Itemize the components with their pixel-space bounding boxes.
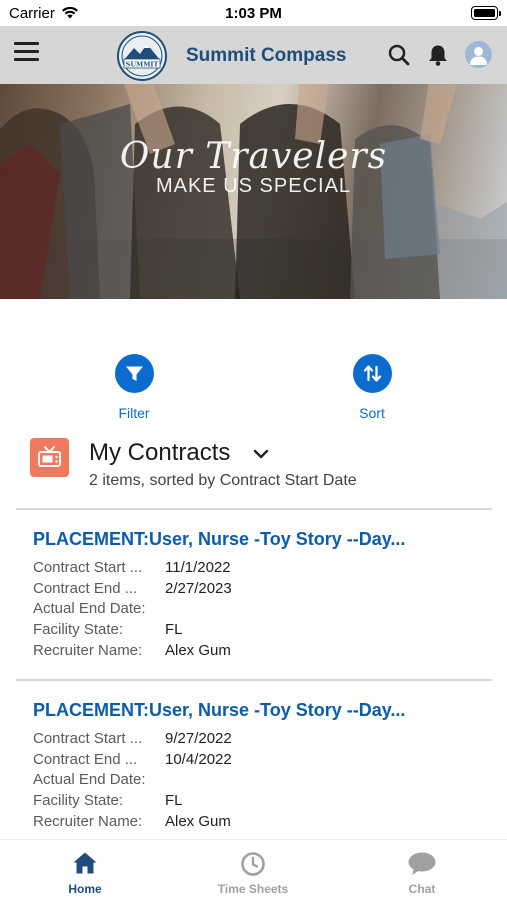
field-value: 10/4/2022 [165,750,232,768]
menu-icon[interactable] [14,42,41,66]
record-title[interactable]: PLACEMENT:User, Nurse -Toy Story --Day..… [33,700,483,724]
hero-banner: Our Travelers MAKE US SPECIAL [0,84,507,299]
field-label: Contract End ... [33,579,138,597]
field-row: Facility State: FL [33,620,483,641]
field-label: Contract Start ... [33,730,143,747]
nav-home[interactable]: Home [25,840,145,896]
field-row: Contract Start ... 11/1/2022 [33,558,483,579]
field-row: Actual End Date: [33,599,483,620]
sort-icon[interactable] [352,354,392,393]
field-label: Facility State: [33,792,124,810]
list-title: My Contracts [89,439,231,466]
hero-subtitle: MAKE US SPECIAL [155,175,352,197]
list-subtitle: 2 items, sorted by Contract Start Date [89,472,357,489]
field-value: Alex Gum [165,812,231,830]
clock: 1:03 PM [225,5,282,22]
home-icon[interactable] [72,851,98,875]
app-title: Summit Compass [186,45,347,66]
sort-label: Sort [359,405,385,421]
list-view-selector[interactable]: My Contracts [89,439,269,467]
tv-icon [30,438,69,477]
field-row: Contract End ... 10/4/2022 [33,750,483,771]
chevron-down-icon[interactable] [253,449,269,459]
field-row: Contract Start ... 9/27/2022 [33,729,483,750]
avatar-icon[interactable] [465,41,492,68]
bell-icon[interactable] [426,43,450,67]
field-value: 9/27/2022 [165,730,232,747]
field-row: Recruiter Name: Alex Gum [33,641,483,662]
hero-caption: Our Travelers MAKE US SPECIAL [0,136,507,198]
clock-icon[interactable] [240,851,266,877]
nav-time-sheets-label: Time Sheets [217,882,289,896]
app-header: SUMMIT Summit Compass [0,26,507,84]
filter-label: Filter [118,405,150,421]
chat-icon[interactable] [407,851,437,877]
sort-button[interactable]: Sort [322,354,422,421]
field-label: Facility State: [33,621,124,639]
contract-record[interactable]: PLACEMENT:User, Nurse -Toy Story --Day..… [33,700,483,833]
field-label: Recruiter Name: [33,812,143,830]
field-value: FL [165,792,183,810]
field-value: 2/27/2023 [165,579,232,597]
field-label: Actual End Date: [33,600,146,618]
search-icon[interactable] [387,43,411,67]
field-row: Recruiter Name: Alex Gum [33,812,483,833]
nav-home-label: Home [68,882,102,896]
field-label: Contract Start ... [33,559,143,576]
divider [16,679,492,681]
record-title[interactable]: PLACEMENT:User, Nurse -Toy Story --Day..… [33,529,483,553]
summit-compass-logo: SUMMIT [117,31,167,81]
nav-chat[interactable]: Chat [362,840,482,896]
filter-button[interactable]: Filter [84,354,184,421]
nav-time-sheets[interactable]: Time Sheets [193,840,313,896]
field-row: Actual End Date: [33,770,483,791]
bottom-nav: Home Time Sheets Chat [0,839,507,900]
status-bar: Carrier 1:03 PM [0,0,507,26]
field-row: Facility State: FL [33,791,483,812]
field-value: FL [165,621,183,639]
contract-record[interactable]: PLACEMENT:User, Nurse -Toy Story --Day..… [33,529,483,662]
battery-icon [471,6,501,20]
field-row: Contract End ... 2/27/2023 [33,579,483,600]
field-label: Actual End Date: [33,771,146,789]
filter-icon[interactable] [114,354,154,393]
svg-text:SUMMIT: SUMMIT [126,61,159,69]
nav-chat-label: Chat [408,882,436,896]
divider [16,508,492,510]
field-value: Alex Gum [165,641,231,659]
field-label: Contract End ... [33,750,138,768]
hero-title: Our Travelers [119,136,388,177]
field-value: 11/1/2022 [165,559,231,576]
field-label: Recruiter Name: [33,641,143,659]
